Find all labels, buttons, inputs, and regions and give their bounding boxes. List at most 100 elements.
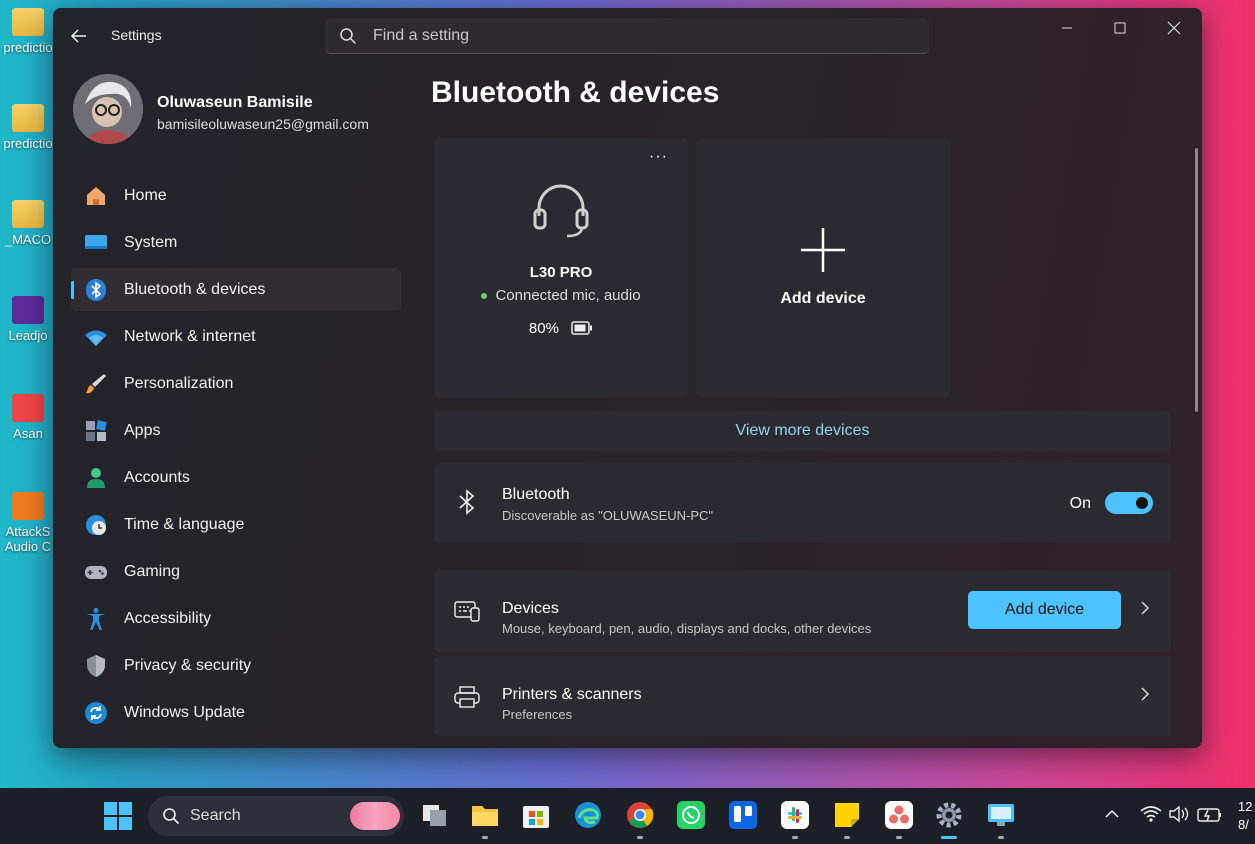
avatar — [73, 74, 143, 144]
network-tray-button[interactable] — [1140, 804, 1162, 829]
device-card[interactable]: ··· L30 PRO Connected mic, audio 80% — [434, 138, 688, 398]
store-icon — [523, 806, 549, 828]
sidebar-item-windows-update[interactable]: Windows Update — [71, 691, 401, 734]
slack-button[interactable] — [780, 800, 810, 839]
sidebar-item-label: Windows Update — [124, 703, 245, 721]
add-device-card-label: Add device — [780, 290, 866, 307]
chevron-up-icon — [1105, 809, 1119, 818]
wifi-icon — [84, 325, 108, 349]
scrollbar[interactable] — [1195, 148, 1198, 412]
speaker-icon — [1169, 805, 1189, 823]
battery-tray-button[interactable] — [1197, 804, 1223, 829]
printer-icon — [454, 684, 480, 710]
accounts-icon — [84, 466, 108, 490]
desktop-icon[interactable]: _MACO — [0, 200, 56, 247]
headset-icon — [533, 184, 589, 238]
folder-icon — [472, 806, 498, 826]
connected-dot-icon — [481, 293, 488, 300]
file-explorer-button[interactable] — [470, 800, 500, 839]
folder-icon — [12, 200, 44, 228]
back-button[interactable] — [67, 24, 91, 48]
running-indicator — [941, 836, 957, 839]
view-more-devices-button[interactable]: View more devices — [434, 411, 1171, 451]
bluetooth-toggle[interactable] — [1105, 492, 1153, 514]
minimize-icon — [1062, 27, 1072, 29]
desktop-icon[interactable]: Leadjo — [0, 296, 56, 343]
close-button[interactable] — [1151, 14, 1197, 42]
desktop-icon-label: _MACO — [4, 232, 52, 247]
sidebar-item-label: Gaming — [124, 562, 181, 580]
settings-search-input[interactable]: Find a setting — [325, 18, 929, 54]
desktop-icon[interactable]: AttackS Audio C — [0, 492, 56, 554]
chevron-right-icon — [1141, 601, 1150, 615]
plus-icon — [801, 228, 845, 272]
asana-button[interactable] — [884, 800, 914, 839]
settings-window: Settings Find a setting Oluwaseun Bamisi… — [53, 8, 1202, 748]
start-button[interactable] — [103, 801, 133, 831]
printers-setting-row[interactable]: Printers & scanners Preferences — [434, 656, 1171, 736]
sidebar-item-accessibility[interactable]: Accessibility — [71, 597, 401, 640]
avatar-illustration — [73, 74, 143, 144]
sidebar-item-gaming[interactable]: Gaming — [71, 550, 401, 593]
show-hidden-icons-button[interactable] — [1104, 804, 1120, 829]
search-highlight-art — [350, 802, 400, 830]
chrome-button[interactable] — [625, 800, 655, 839]
desktop-icon[interactable]: predictio — [0, 104, 56, 151]
desktop-icon[interactable]: Asan — [0, 394, 56, 441]
whatsapp-button[interactable] — [676, 800, 706, 830]
running-indicator — [998, 836, 1004, 839]
system-icon — [84, 231, 108, 255]
taskbar-clock[interactable]: 12 8/ — [1238, 798, 1252, 834]
more-options-button[interactable]: ··· — [649, 148, 668, 166]
accessibility-icon — [84, 607, 108, 631]
sidebar-item-label: System — [124, 233, 178, 251]
sidebar-item-time-language[interactable]: Time & language — [71, 503, 401, 546]
clock-time: 12 — [1238, 799, 1253, 814]
sidebar-item-label: Network & internet — [124, 327, 256, 345]
sidebar-item-label: Time & language — [124, 515, 245, 533]
arrow-left-icon — [70, 29, 86, 43]
brush-icon — [84, 372, 108, 396]
device-battery: 80% — [434, 320, 688, 337]
settings-taskbar-button[interactable] — [934, 800, 964, 839]
asana-icon — [885, 801, 913, 829]
edge-button[interactable] — [573, 800, 603, 830]
edge-icon — [575, 802, 601, 828]
sidebar-item-bluetooth-devices[interactable]: Bluetooth & devices — [71, 268, 401, 311]
trello-button[interactable] — [728, 800, 758, 830]
task-view-icon — [423, 805, 446, 826]
whatsapp-icon — [677, 801, 705, 829]
desktop-icon[interactable]: predictio — [0, 8, 56, 55]
volume-tray-button[interactable] — [1168, 804, 1190, 829]
printers-title: Printers & scanners — [502, 686, 642, 703]
sidebar-item-network[interactable]: Network & internet — [71, 315, 401, 358]
update-icon — [84, 701, 108, 725]
add-device-card[interactable]: Add device — [696, 138, 950, 398]
microsoft-store-button[interactable] — [521, 800, 551, 830]
sidebar-item-accounts[interactable]: Accounts — [71, 456, 401, 499]
running-indicator — [482, 836, 488, 839]
minimize-button[interactable] — [1044, 14, 1090, 42]
devices-title: Devices — [502, 600, 559, 617]
taskbar-search-label: Search — [190, 807, 241, 824]
sticky-notes-button[interactable] — [832, 800, 862, 839]
sidebar-item-home[interactable]: Home — [71, 174, 401, 217]
sidebar-item-apps[interactable]: Apps — [71, 409, 401, 452]
sidebar-nav: Home System Bluetooth & devices Network … — [71, 174, 401, 738]
sidebar-item-privacy[interactable]: Privacy & security — [71, 644, 401, 687]
keyboard-devices-icon — [454, 598, 480, 624]
search-placeholder: Find a setting — [373, 27, 470, 44]
task-view-button[interactable] — [420, 800, 450, 830]
maximize-icon — [1114, 22, 1126, 34]
maximize-button[interactable] — [1097, 14, 1143, 42]
sidebar-item-system[interactable]: System — [71, 221, 401, 264]
device-name: L30 PRO — [529, 264, 593, 281]
taskbar-search[interactable]: Search — [148, 796, 404, 836]
sidebar-item-personalization[interactable]: Personalization — [71, 362, 401, 405]
devices-setting-row[interactable]: Devices Mouse, keyboard, pen, audio, dis… — [434, 570, 1171, 652]
remote-desktop-button[interactable] — [986, 800, 1016, 839]
profile-name: Oluwaseun Bamisile — [157, 94, 313, 111]
page-title: Bluetooth & devices — [431, 76, 720, 109]
add-device-button[interactable]: Add device — [968, 591, 1121, 629]
bluetooth-setting-row: Bluetooth Discoverable as "OLUWASEUN-PC"… — [434, 463, 1171, 543]
